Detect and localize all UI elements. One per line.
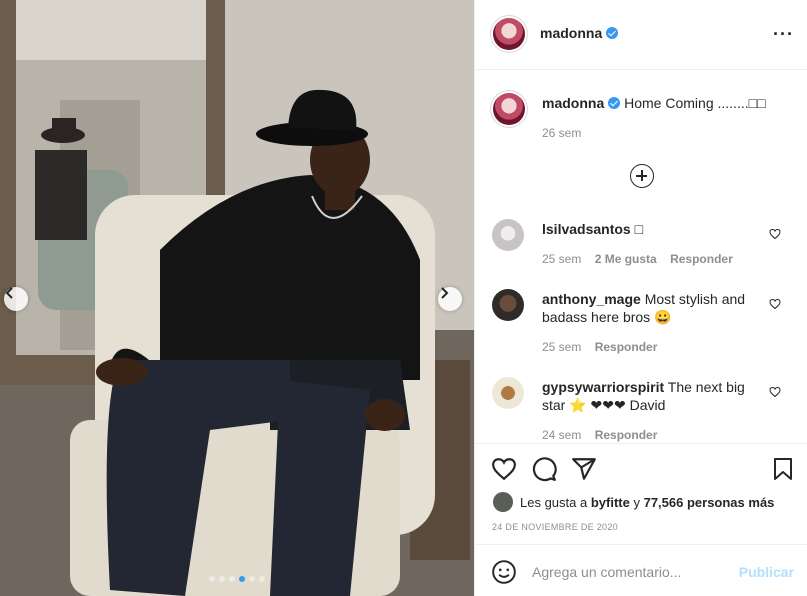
heart-icon[interactable] xyxy=(769,298,781,310)
reply-button[interactable]: Responder xyxy=(595,428,658,442)
likes-prefix: Les gusta a xyxy=(520,494,588,510)
comment-avatar[interactable] xyxy=(492,219,524,251)
author-username[interactable]: madonna xyxy=(540,25,602,41)
comment-username[interactable]: lsilvadsantos xyxy=(542,221,631,237)
emoji-icon[interactable] xyxy=(491,559,517,585)
previous-photo-button[interactable] xyxy=(4,287,28,311)
plus-circle-icon[interactable] xyxy=(630,164,654,188)
heart-icon[interactable] xyxy=(769,228,781,240)
comment-meta: 24 sem Responder xyxy=(542,428,657,442)
reply-button[interactable]: Responder xyxy=(670,252,733,266)
photo-illustration xyxy=(0,0,474,596)
comment: lsilvadsantos □ xyxy=(542,220,762,238)
comment-username[interactable]: anthony_mage xyxy=(542,291,641,307)
verified-badge-icon xyxy=(608,97,621,109)
post-side-panel: madonna ··· madonna Home Coming ........… xyxy=(474,0,807,596)
heart-icon[interactable] xyxy=(491,456,517,482)
carousel-dot xyxy=(229,576,235,582)
heart-icon[interactable] xyxy=(769,386,781,398)
comment-avatar[interactable] xyxy=(492,289,524,321)
post-photo xyxy=(0,0,474,596)
liker-username[interactable]: byfitte xyxy=(591,495,630,510)
comment-avatar[interactable] xyxy=(492,377,524,409)
comment-input[interactable]: Agrega un comentario... xyxy=(532,564,681,580)
carousel-dot xyxy=(219,576,225,582)
add-comment-bar: Agrega un comentario... Publicar xyxy=(475,544,807,596)
comment-username[interactable]: gypsywarriorspirit xyxy=(542,379,664,395)
liker-avatar[interactable] xyxy=(493,492,513,512)
publish-button[interactable]: Publicar xyxy=(739,564,794,580)
reply-button[interactable]: Responder xyxy=(595,340,658,354)
share-icon[interactable] xyxy=(571,456,597,482)
more-options-icon[interactable]: ··· xyxy=(773,24,794,45)
caption-avatar[interactable] xyxy=(493,93,525,125)
comment-text: □ xyxy=(634,221,644,237)
author-avatar[interactable] xyxy=(493,18,525,50)
verified-badge-icon xyxy=(606,27,619,39)
post-date: 24 DE NOVIEMBRE DE 2020 xyxy=(492,522,618,532)
caption-username[interactable]: madonna xyxy=(542,95,604,111)
chevron-right-icon xyxy=(441,287,449,299)
caption-text: Home Coming ........□□ xyxy=(624,95,766,111)
carousel-dot xyxy=(239,576,245,582)
comment-likes-link[interactable]: 2 Me gusta xyxy=(595,252,657,266)
caption-time: 26 sem xyxy=(542,126,582,140)
next-photo-button[interactable] xyxy=(438,287,462,311)
post-actions: Les gusta a byfitte y 77,566 personas má… xyxy=(475,443,807,543)
carousel-dot xyxy=(209,576,215,582)
comment-time: 25 sem xyxy=(542,252,582,266)
comment-icon[interactable] xyxy=(531,456,557,482)
likes-middle: y xyxy=(633,494,640,510)
carousel-dot xyxy=(249,576,255,582)
likes-count-link[interactable]: 77,566 personas más xyxy=(644,495,775,510)
post-header: madonna ··· xyxy=(475,0,807,70)
carousel-dot xyxy=(259,576,265,582)
chevron-left-icon xyxy=(5,287,13,299)
carousel-indicator xyxy=(0,576,474,582)
caption: madonna Home Coming ........□□ xyxy=(542,94,772,112)
comment-time: 25 sem xyxy=(542,340,582,354)
likes-summary: Les gusta a byfitte y 77,566 personas má… xyxy=(493,492,774,512)
comment-meta: 25 sem 2 Me gusta Responder xyxy=(542,252,733,266)
comment-time: 24 sem xyxy=(542,428,582,442)
comment: anthony_mage Most stylish and badass her… xyxy=(542,290,762,326)
comment: gypsywarriorspirit The next big star ⭐ ❤… xyxy=(542,378,762,414)
bookmark-icon[interactable] xyxy=(771,456,795,482)
comment-meta: 25 sem Responder xyxy=(542,340,657,354)
